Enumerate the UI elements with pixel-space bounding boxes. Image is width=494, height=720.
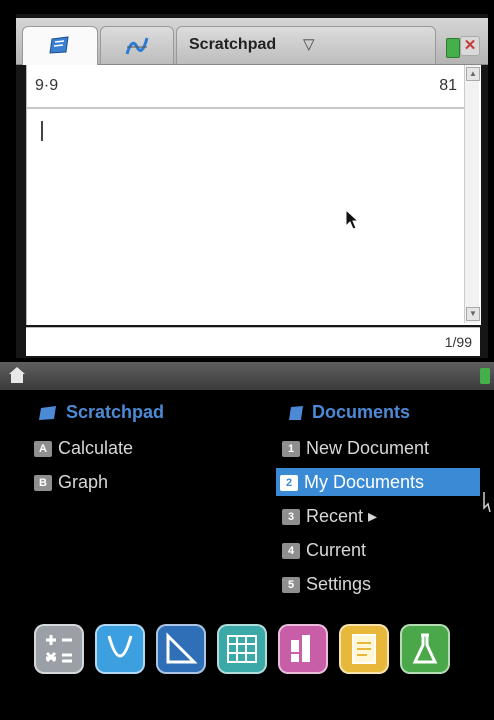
menu-item-label: Graph bbox=[58, 472, 109, 492]
notes-app-icon[interactable] bbox=[339, 624, 389, 674]
key-1-icon: 1 bbox=[282, 441, 300, 457]
graph-icon bbox=[125, 35, 149, 62]
tab-graph[interactable] bbox=[100, 26, 174, 64]
menu-item-current[interactable]: 4 Current bbox=[278, 536, 366, 564]
scratchpad-heading-label: Scratchpad bbox=[66, 402, 165, 422]
tab-calculator[interactable] bbox=[22, 26, 98, 65]
history-result: 81 bbox=[439, 77, 457, 94]
menu-item-label: Recent ▸ bbox=[306, 506, 378, 526]
menu-item-label: Calculate bbox=[58, 438, 134, 458]
key-4-icon: 4 bbox=[282, 543, 300, 559]
history-entry[interactable]: 9·9 81 bbox=[27, 65, 467, 109]
menu-item-label: My Documents bbox=[304, 472, 425, 492]
lists-spreadsheet-app-icon[interactable] bbox=[217, 624, 267, 674]
graphs-app-icon[interactable] bbox=[95, 624, 145, 674]
vernier-dataquest-app-icon[interactable] bbox=[400, 624, 450, 674]
documents-heading-label: Documents bbox=[312, 402, 411, 422]
key-b-icon: B bbox=[34, 475, 52, 491]
menu-item-settings[interactable]: 5 Settings bbox=[278, 570, 371, 598]
page-count: 1/99 bbox=[444, 334, 472, 350]
scratchpad-window: Scratchpad ▽ ✕ 9·9 81 ▲ ▼ 1/99 bbox=[16, 14, 488, 358]
tab-scratchpad[interactable]: Scratchpad ▽ bbox=[176, 26, 436, 64]
menu-item-label: Current bbox=[306, 540, 367, 560]
tab-bar: Scratchpad ▽ ✕ bbox=[16, 18, 488, 65]
calculator-work-area[interactable]: 9·9 81 ▲ ▼ bbox=[26, 65, 481, 325]
tab-scratchpad-label: Scratchpad bbox=[189, 36, 277, 53]
home-bar bbox=[0, 362, 494, 390]
menu-item-label: Settings bbox=[306, 574, 372, 594]
scratchpad-heading: Scratchpad bbox=[38, 402, 164, 426]
documents-heading: Documents bbox=[288, 402, 410, 426]
document-icon bbox=[288, 405, 304, 426]
mouse-pointer-icon bbox=[345, 208, 360, 236]
chevron-down-icon[interactable]: ▽ bbox=[303, 35, 315, 53]
menu-item-calculate[interactable]: A Calculate bbox=[30, 434, 133, 462]
scroll-up-icon[interactable]: ▲ bbox=[466, 67, 480, 81]
scroll-down-icon[interactable]: ▼ bbox=[466, 307, 480, 321]
battery-icon bbox=[446, 38, 460, 58]
battery-icon bbox=[480, 368, 490, 384]
key-2-icon: 2 bbox=[280, 475, 298, 491]
geometry-app-icon[interactable] bbox=[156, 624, 206, 674]
close-icon[interactable]: ✕ bbox=[460, 36, 480, 56]
key-a-icon: A bbox=[34, 441, 52, 457]
calculator-app-icon[interactable] bbox=[34, 624, 84, 674]
menu-item-graph[interactable]: B Graph bbox=[30, 468, 108, 496]
menu-item-new-document[interactable]: 1 New Document bbox=[278, 434, 429, 462]
menu-item-my-documents[interactable]: 2 My Documents bbox=[276, 468, 480, 496]
menu-item-label: New Document bbox=[306, 438, 430, 458]
entry-line-cursor[interactable] bbox=[41, 121, 43, 141]
menu-item-recent[interactable]: 3 Recent ▸ bbox=[278, 502, 377, 530]
history-expression: 9·9 bbox=[35, 77, 59, 94]
scrollbar[interactable]: ▲ ▼ bbox=[464, 65, 480, 323]
data-statistics-app-icon[interactable] bbox=[278, 624, 328, 674]
status-row: 1/99 bbox=[26, 327, 480, 356]
calculator-icon bbox=[49, 35, 71, 60]
key-3-icon: 3 bbox=[282, 509, 300, 525]
hand-pointer-icon bbox=[482, 490, 492, 519]
key-5-icon: 5 bbox=[282, 577, 300, 593]
calculator-icon bbox=[38, 405, 58, 426]
home-icon[interactable] bbox=[8, 366, 26, 389]
